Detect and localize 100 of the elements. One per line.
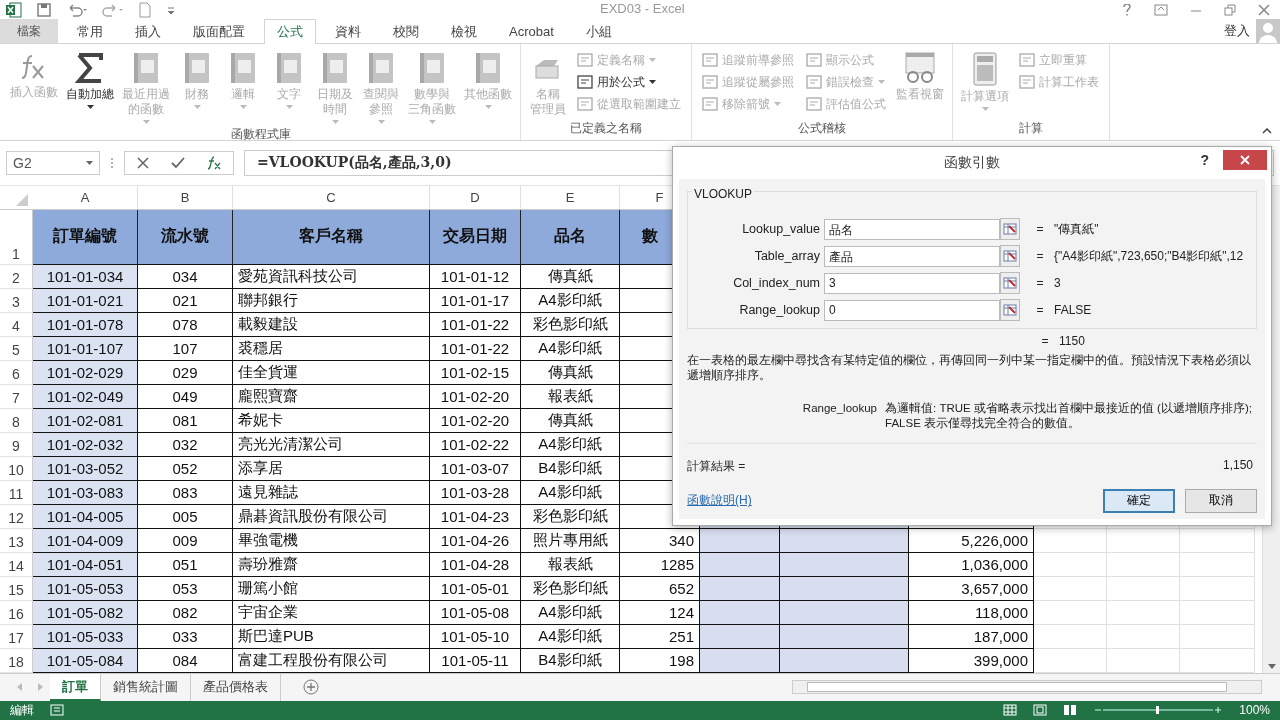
- table-cell: 裘穩居: [233, 336, 430, 361]
- argument-value: 3: [1054, 276, 1061, 291]
- collapse-dialog-icon[interactable]: [1000, 245, 1020, 268]
- table-cell: 101-01-034: [33, 264, 138, 289]
- ribbon-tab[interactable]: 公式: [264, 19, 316, 45]
- table-cell: 101-01-22: [430, 336, 521, 361]
- header-cell: 客戶名稱: [233, 209, 430, 265]
- sheet-tab[interactable]: 產品價格表: [191, 673, 281, 701]
- table-cell: 101-02-032: [33, 432, 138, 457]
- table-cell: 082: [138, 600, 233, 625]
- undo-icon[interactable]: [66, 1, 88, 18]
- ribbon-tab[interactable]: 檢視: [438, 19, 490, 44]
- cancel-button[interactable]: 取消: [1185, 488, 1257, 513]
- column-header[interactable]: B: [138, 185, 233, 209]
- zoom-slider-icon[interactable]: [1093, 705, 1224, 716]
- scroll-down-icon[interactable]: [1267, 663, 1276, 669]
- argument-field[interactable]: 產品: [824, 245, 1000, 267]
- table-cell: 101-01-12: [430, 264, 521, 289]
- collapse-dialog-icon[interactable]: [1000, 218, 1020, 241]
- command-icon: [1019, 74, 1035, 91]
- header-cell: 品名: [521, 209, 620, 265]
- redo-icon[interactable]: [102, 1, 124, 18]
- ribbon-button[interactable]: 自動加總: [62, 50, 118, 112]
- table-cell: 宇宙企業: [233, 600, 430, 625]
- argument-label: Col_index_num: [732, 276, 821, 291]
- table-cell: 佳全貨運: [233, 360, 430, 385]
- zoom-level[interactable]: 100%: [1239, 703, 1270, 718]
- sheet-tab[interactable]: 銷售統計圖: [101, 673, 191, 701]
- table-cell: 101-05-01: [430, 576, 521, 601]
- argument-field[interactable]: 品名: [824, 218, 1000, 240]
- ribbon-tab[interactable]: 插入: [122, 19, 174, 44]
- collapse-dialog-icon[interactable]: [1000, 272, 1020, 295]
- help-button[interactable]: ?: [1194, 150, 1215, 169]
- column-header[interactable]: D: [430, 185, 521, 209]
- ok-button[interactable]: 確定: [1103, 488, 1175, 513]
- new-file-icon[interactable]: [138, 1, 152, 18]
- function-description: 在一表格的最左欄中尋找含有某特定值的欄位，再傳回同一列中某一指定欄中的值。預設情況下表格必須以遞增順序排序。: [687, 352, 1252, 383]
- ribbon-tab[interactable]: Acrobat: [496, 19, 567, 44]
- result-label: 計算結果 =: [687, 457, 746, 475]
- table-cell: 鼎碁資訊股份有限公司: [233, 504, 430, 529]
- page-break-icon[interactable]: [1063, 704, 1078, 717]
- column-header[interactable]: A: [33, 185, 138, 209]
- horizontal-scrollbar[interactable]: [792, 680, 1262, 695]
- column-header[interactable]: E: [521, 185, 620, 209]
- ribbon-tab[interactable]: 常用: [64, 19, 116, 44]
- function-book-icon: [321, 52, 349, 85]
- table-cell: 101-04-051: [33, 552, 138, 577]
- ribbon-tab[interactable]: 小組: [572, 19, 625, 44]
- table-cell: 021: [138, 288, 233, 313]
- table-cell: 051: [138, 552, 233, 577]
- table-cell: 052: [138, 456, 233, 481]
- calculator-icon: [973, 52, 997, 87]
- insert-function-icon[interactable]: [207, 156, 221, 170]
- status-mode: 編輯: [10, 701, 34, 719]
- table-cell: 101-02-22: [430, 432, 521, 457]
- table-cell: 101-02-081: [33, 408, 138, 433]
- header-cell: 交易日期: [430, 209, 521, 265]
- ribbon-display-icon[interactable]: [1154, 3, 1168, 16]
- ribbon-tab[interactable]: 資料: [322, 19, 374, 44]
- table-cell: 珊篤小館: [233, 576, 430, 601]
- add-sheet-icon[interactable]: [303, 679, 319, 696]
- macro-record-icon[interactable]: [50, 704, 64, 717]
- equals-sign: =: [1035, 249, 1045, 264]
- name-box[interactable]: G2: [6, 151, 100, 175]
- table-cell: 101-04-26: [430, 528, 521, 553]
- table-cell: 101-02-049: [33, 384, 138, 409]
- argument-name: Range_lookup: [801, 400, 877, 416]
- table-cell: 032: [138, 432, 233, 457]
- table-cell: 078: [138, 312, 233, 337]
- command-icon: [577, 74, 593, 91]
- ribbon-small-button[interactable]: 用於公式: [575, 72, 683, 93]
- function-name: VLOOKUP: [692, 186, 755, 201]
- column-header[interactable]: C: [233, 185, 430, 209]
- close-button[interactable]: [1223, 149, 1267, 170]
- command-icon: [702, 52, 718, 69]
- table-cell: 報表紙: [521, 384, 620, 409]
- argument-field[interactable]: 3: [824, 272, 1000, 294]
- file-tab[interactable]: 檔案: [0, 19, 58, 44]
- page-layout-icon[interactable]: [1033, 704, 1048, 717]
- save-icon[interactable]: [36, 1, 52, 18]
- collapse-ribbon-icon[interactable]: [1262, 128, 1272, 135]
- ribbon-tab[interactable]: 版面配置: [180, 19, 258, 44]
- check-icon[interactable]: [171, 157, 185, 169]
- close-icon[interactable]: [1258, 3, 1270, 16]
- table-cell: 彩色影印紙: [521, 312, 620, 337]
- ribbon-tab[interactable]: 校閱: [380, 19, 432, 44]
- restore-icon[interactable]: [1224, 3, 1236, 16]
- table-cell: 101-04-005: [33, 504, 138, 529]
- close-icon: [1240, 154, 1250, 165]
- function-book-icon: [275, 52, 303, 85]
- sheet-tab[interactable]: 訂單: [50, 673, 101, 701]
- normal-view-icon[interactable]: [1003, 704, 1018, 717]
- collapse-dialog-icon[interactable]: [1000, 299, 1020, 322]
- help-icon[interactable]: [1122, 3, 1132, 16]
- argument-description: 為邏輯值: TRUE 或省略表示找出首欄中最接近的值 (以遞增順序排序); FALSE 表示僅尋找完全符合的數值。: [885, 400, 1253, 431]
- argument-field[interactable]: 0: [824, 299, 1000, 321]
- help-link[interactable]: 函數說明(H): [687, 492, 752, 510]
- sign-in-link[interactable]: 登入: [1224, 22, 1250, 41]
- table-cell: 101-05-084: [33, 648, 138, 673]
- cancel-icon[interactable]: [137, 157, 149, 169]
